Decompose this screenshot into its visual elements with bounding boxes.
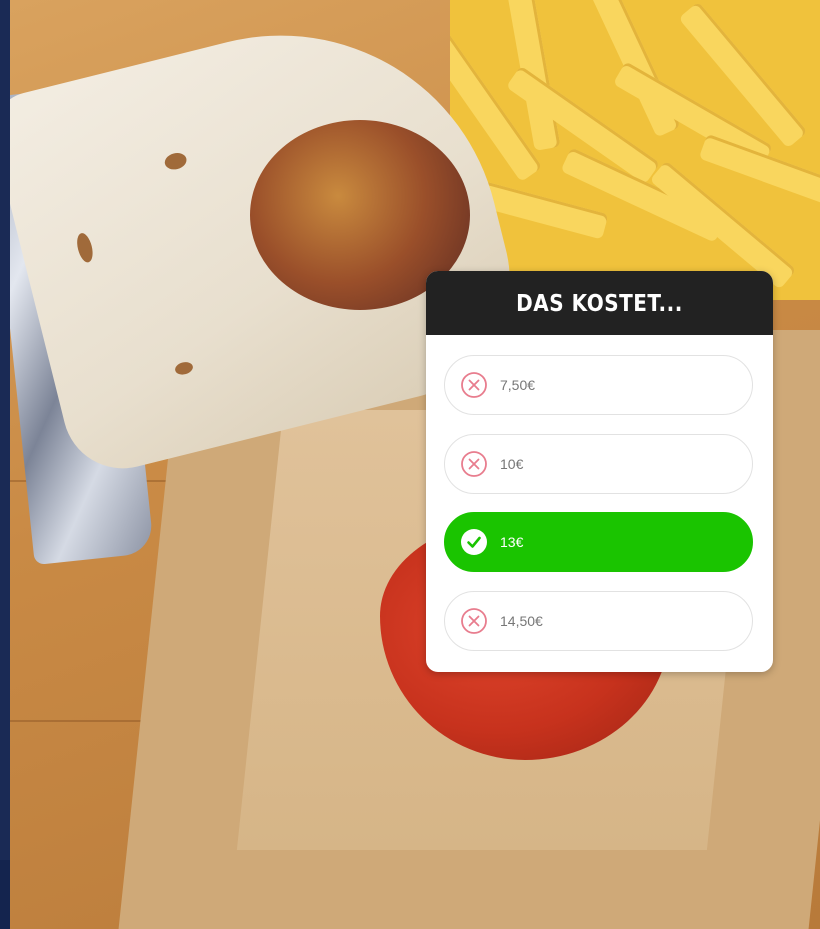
quiz-option-2[interactable]: 10€ bbox=[444, 434, 753, 494]
check-circle-icon bbox=[460, 528, 488, 556]
quiz-header: DAS KOSTET... bbox=[426, 271, 773, 335]
x-circle-icon bbox=[460, 607, 488, 635]
x-circle-icon bbox=[460, 450, 488, 478]
quiz-option-4[interactable]: 14,50€ bbox=[444, 591, 753, 651]
quiz-option-label: 7,50€ bbox=[500, 377, 536, 393]
quiz-option-label: 10€ bbox=[500, 456, 524, 472]
quiz-option-label: 13€ bbox=[500, 534, 524, 550]
quiz-sticker: DAS KOSTET... 7,50€ 10€ 13€ 14,50€ bbox=[426, 271, 773, 672]
quiz-option-1[interactable]: 7,50€ bbox=[444, 355, 753, 415]
quiz-option-label: 14,50€ bbox=[500, 613, 543, 629]
edge-strip bbox=[0, 860, 10, 929]
quiz-title: DAS KOSTET... bbox=[516, 289, 683, 317]
quiz-option-3-correct[interactable]: 13€ bbox=[444, 512, 753, 572]
x-circle-icon bbox=[460, 371, 488, 399]
